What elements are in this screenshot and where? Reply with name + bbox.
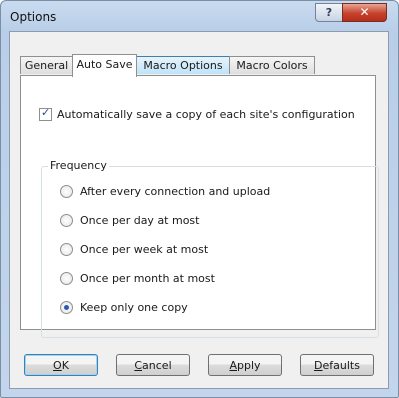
options-dialog: Options ? ✕ General Auto Save Macro Opti… [0, 0, 399, 398]
defaults-label: efaults [322, 359, 360, 372]
radio-option-per-month[interactable]: Once per month at most [60, 272, 215, 285]
help-button[interactable]: ? [315, 3, 343, 22]
defaults-button[interactable]: Defaults [300, 354, 374, 376]
radio-option-every-connection[interactable]: After every connection and upload [60, 185, 270, 198]
dialog-body: General Auto Save Macro Options Macro Co… [9, 31, 389, 389]
close-icon: ✕ [359, 5, 370, 19]
cancel-access-key: C [134, 359, 143, 372]
radio-selected-dot-icon [64, 305, 69, 310]
tab-general[interactable]: General [20, 56, 73, 74]
radio-button[interactable] [60, 214, 73, 227]
radio-option-per-day[interactable]: Once per day at most [60, 214, 199, 227]
apply-access-key: A [229, 359, 237, 372]
radio-button-selected[interactable] [60, 301, 73, 314]
ok-label: K [61, 359, 69, 372]
tab-macro-colors[interactable]: Macro Colors [229, 56, 315, 74]
radio-label: Once per month at most [80, 272, 215, 285]
ok-access-key: O [53, 359, 62, 372]
apply-button[interactable]: Apply [208, 354, 282, 376]
radio-label: Once per day at most [80, 214, 200, 227]
defaults-access-key: D [314, 359, 323, 372]
cancel-label: ancel [142, 359, 172, 372]
tab-auto-save[interactable]: Auto Save [72, 54, 137, 77]
radio-label: Keep only one copy [80, 301, 188, 314]
frequency-group-label: Frequency [48, 159, 109, 172]
tab-macro-options[interactable]: Macro Options [136, 56, 230, 74]
radio-button[interactable] [60, 272, 73, 285]
radio-option-per-week[interactable]: Once per week at most [60, 243, 208, 256]
title-bar[interactable]: Options ? ✕ [1, 1, 398, 31]
cancel-button[interactable]: Cancel [116, 354, 190, 376]
radio-label: After every connection and upload [80, 185, 271, 198]
ok-button[interactable]: OK [24, 354, 98, 376]
close-button[interactable]: ✕ [342, 3, 387, 22]
radio-option-keep-one[interactable]: Keep only one copy [60, 301, 188, 314]
window-title: Options [10, 10, 57, 24]
apply-label: pply [237, 359, 261, 372]
checkmark-icon: ✓ [41, 106, 51, 119]
radio-label: Once per week at most [80, 243, 209, 256]
radio-button[interactable] [60, 243, 73, 256]
autosave-checkbox-row[interactable]: ✓ Automatically save a copy of each site… [39, 106, 355, 121]
radio-button[interactable] [60, 185, 73, 198]
autosave-checkbox-label: Automatically save a copy of each site's… [57, 108, 355, 121]
auto-save-panel: ✓ Automatically save a copy of each site… [20, 75, 379, 338]
frequency-group: Frequency After every connection and upl… [41, 159, 379, 338]
autosave-checkbox[interactable]: ✓ [39, 106, 52, 121]
